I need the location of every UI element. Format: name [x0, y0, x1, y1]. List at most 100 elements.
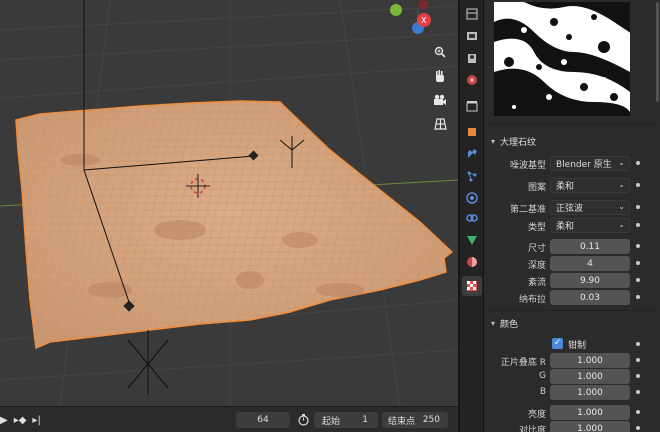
clamp-row: ✓ 钳制 [484, 337, 660, 353]
multiply-r-label: 正片叠底 R [500, 358, 546, 368]
pattern-value: 柔和 [556, 182, 575, 192]
jump-keyframe-icon[interactable]: ▸◆ [14, 415, 27, 426]
start-frame-field[interactable]: 起始 1 [314, 412, 378, 428]
multiply-r-field[interactable]: 1.000 [550, 353, 630, 368]
type-row: 类型 柔和 ⌄ [484, 218, 660, 234]
depth-label: 深度 [527, 261, 546, 271]
navigation-gizmo[interactable]: X [385, 0, 445, 36]
constraints-icon[interactable] [462, 208, 482, 228]
keyframe-dot-icon[interactable] [636, 342, 640, 346]
play-icon[interactable]: ▶ [0, 415, 8, 426]
keyframe-dot-icon[interactable] [636, 261, 640, 265]
multiply-b-label: B [539, 387, 546, 397]
multiply-g-field[interactable]: 1.000 [550, 369, 630, 384]
data-icon[interactable] [462, 230, 482, 250]
second-basis-dropdown[interactable]: 正弦波 ⌄ [550, 200, 630, 215]
panel-scrollbar[interactable] [656, 2, 659, 102]
3d-viewport[interactable]: X [0, 0, 458, 406]
contrast-row: 对比度 1.000 [484, 421, 660, 432]
physics-icon[interactable] [462, 188, 482, 208]
turbulence-label: 紊流 [527, 278, 546, 288]
nabla-row: 纳布拉 0.03 [484, 290, 660, 306]
keyframe-dot-icon[interactable] [636, 205, 640, 209]
depth-field[interactable]: 4 [550, 256, 630, 271]
chevron-down-icon: ⌄ [618, 158, 625, 167]
playback-controls: ▶ ▸◆ ▸| [0, 413, 41, 427]
chevron-down-icon: ⌄ [618, 220, 625, 229]
chevron-down-icon: ▾ [490, 136, 495, 146]
start-value: 1 [362, 415, 368, 425]
zoom-icon[interactable] [430, 42, 450, 62]
properties-panel: ▾ 大理石纹 噪波基型 Blender 原生 ⌄ 图案 柔和 ⌄ 第二基准 正弦波 ⌄… [484, 0, 660, 432]
marble-panel-title: 大理石纹 [500, 137, 537, 148]
material-icon[interactable] [462, 252, 482, 272]
texture-icon[interactable] [462, 276, 482, 296]
current-frame-field[interactable]: 64 [236, 412, 290, 428]
color-panel-header[interactable]: ▾ 颜色 [486, 314, 658, 332]
type-value: 柔和 [556, 222, 575, 232]
modifier-icon[interactable] [462, 144, 482, 164]
second-basis-label: 第二基准 [509, 205, 546, 215]
keyframe-dot-icon[interactable] [636, 161, 640, 165]
gizmo-x-label: X [421, 16, 427, 25]
noise-basis-dropdown[interactable]: Blender 原生 ⌄ [550, 156, 630, 171]
viewport-nav-icons [430, 42, 452, 138]
turbulence-row: 紊流 9.90 [484, 273, 660, 289]
particles-icon[interactable] [462, 166, 482, 186]
viewport-scene [0, 0, 458, 406]
type-label: 类型 [527, 223, 546, 233]
turbulence-field[interactable]: 9.90 [550, 273, 630, 288]
keyframe-dot-icon[interactable] [636, 244, 640, 248]
multiply-r-row: 正片叠底 R 1.000 [484, 353, 660, 369]
brightness-field[interactable]: 1.000 [550, 405, 630, 420]
keyframe-dot-icon[interactable] [636, 374, 640, 378]
divider [488, 310, 656, 311]
clamp-checkbox[interactable]: ✓ [552, 338, 563, 349]
marble-panel-header[interactable]: ▾ 大理石纹 [486, 132, 658, 150]
clamp-label: 钳制 [568, 341, 587, 351]
hand-pan-icon[interactable] [430, 66, 450, 86]
type-dropdown[interactable]: 柔和 ⌄ [550, 218, 630, 233]
keyframe-dot-icon[interactable] [636, 295, 640, 299]
multiply-g-row: G 1.000 [484, 369, 660, 385]
keyframe-dot-icon[interactable] [636, 223, 640, 227]
tool-icon[interactable] [462, 4, 482, 24]
stopwatch-icon[interactable] [298, 412, 309, 428]
end-frame-field[interactable]: 结束点 250 [382, 412, 448, 428]
scene-icon[interactable] [462, 96, 482, 116]
contrast-field[interactable]: 1.000 [550, 421, 630, 432]
start-label: 起始 [322, 416, 341, 427]
keyframe-dot-icon[interactable] [636, 410, 640, 414]
view-layer-icon[interactable] [462, 70, 482, 90]
keyframe-dot-icon[interactable] [636, 183, 640, 187]
color-panel-title: 颜色 [500, 319, 519, 330]
second-basis-value: 正弦波 [556, 204, 584, 214]
multiply-b-row: B 1.000 [484, 385, 660, 401]
object-icon[interactable] [462, 122, 482, 142]
size-label: 尺寸 [527, 244, 546, 254]
size-row: 尺寸 0.11 [484, 239, 660, 255]
nabla-field[interactable]: 0.03 [550, 290, 630, 305]
keyframe-dot-icon[interactable] [636, 358, 640, 362]
grid-icon[interactable] [430, 114, 450, 134]
chevron-down-icon: ⌄ [618, 202, 625, 211]
render-icon[interactable] [462, 26, 482, 46]
multiply-g-label: G [539, 371, 546, 381]
divider [488, 124, 656, 125]
size-field[interactable]: 0.11 [550, 239, 630, 254]
noise-basis-value: Blender 原生 [556, 160, 612, 170]
end-value: 250 [422, 415, 440, 425]
depth-row: 深度 4 [484, 256, 660, 272]
pattern-dropdown[interactable]: 柔和 ⌄ [550, 178, 630, 193]
end-label: 结束点 [388, 416, 416, 427]
multiply-b-field[interactable]: 1.000 [550, 385, 630, 400]
keyframe-dot-icon[interactable] [636, 426, 640, 430]
timeline-bar: ▶ ▸◆ ▸| 64 起始 1 结束点 250 [0, 406, 458, 432]
chevron-down-icon: ▾ [490, 318, 495, 328]
keyframe-dot-icon[interactable] [636, 278, 640, 282]
contrast-label: 对比度 [518, 426, 546, 432]
camera-icon[interactable] [430, 90, 450, 110]
jump-end-icon[interactable]: ▸| [32, 415, 40, 426]
output-icon[interactable] [462, 48, 482, 68]
keyframe-dot-icon[interactable] [636, 390, 640, 394]
